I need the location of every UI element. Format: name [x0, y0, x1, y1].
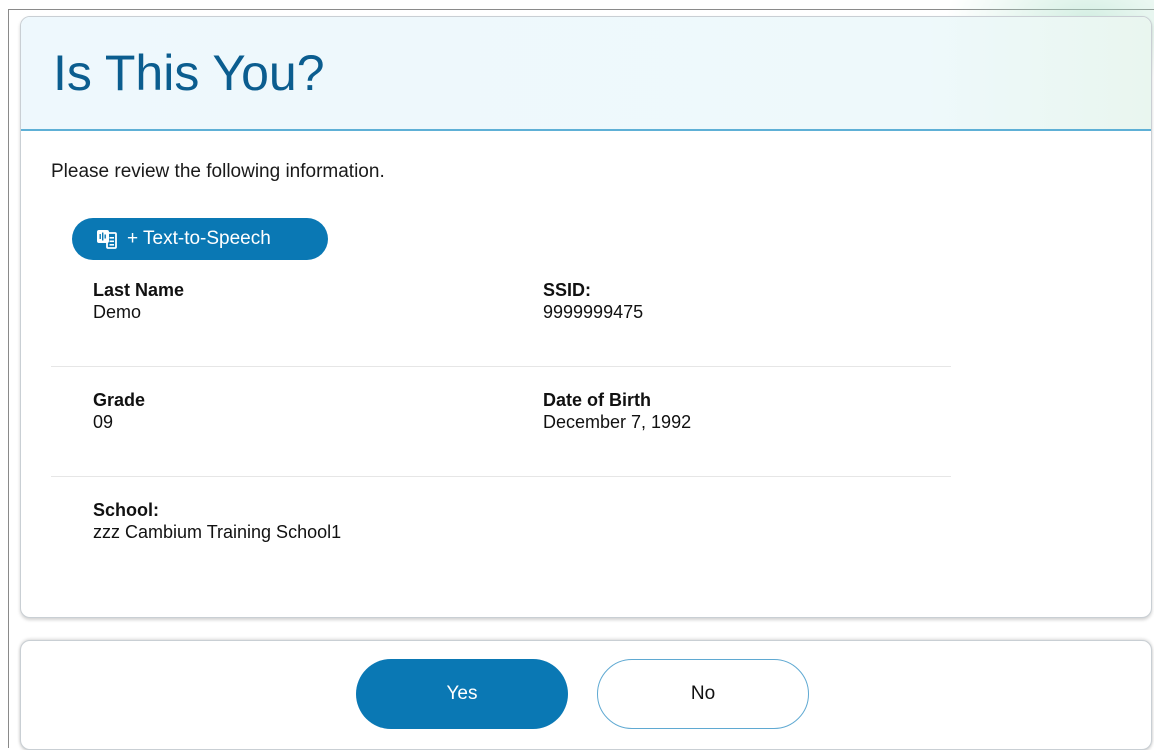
text-to-speech-button[interactable]: + Text-to-Speech [72, 218, 328, 260]
grade-value: 09 [93, 412, 114, 432]
window-edge-top [8, 9, 1154, 10]
identity-card: Is This You? Please review the following… [20, 16, 1152, 618]
ssid-label: SSID: [543, 280, 592, 300]
ssid-value: 9999999475 [543, 302, 644, 322]
last-name-value: Demo [93, 302, 142, 322]
page-title: Is This You? [53, 45, 325, 101]
yes-button[interactable]: Yes [356, 659, 568, 729]
window-edge-left [8, 9, 9, 748]
date-of-birth-label: Date of Birth [543, 390, 651, 410]
info-row-name-ssid: Last Name Demo SSID: 9999999475 [51, 257, 951, 367]
school-value: zzz Cambium Training School1 [93, 522, 342, 542]
text-to-speech-label: + Text-to-Speech [127, 228, 271, 249]
field-last-name: Last Name Demo [93, 279, 184, 323]
card-header: Is This You? [21, 17, 1151, 131]
grade-label: Grade [93, 390, 146, 410]
info-row-school: School: zzz Cambium Training School1 [51, 477, 951, 587]
field-grade: Grade 09 [93, 389, 145, 433]
school-label: School: [93, 500, 159, 520]
intro-text: Please review the following information. [51, 161, 385, 182]
info-row-grade-dob: Grade 09 Date of Birth December 7, 1992 [51, 367, 951, 477]
text-to-speech-icon [96, 229, 118, 249]
no-button[interactable]: No [597, 659, 809, 729]
date-of-birth-value: December 7, 1992 [543, 412, 692, 432]
last-name-label: Last Name [93, 280, 185, 300]
action-bar: Yes No [20, 640, 1152, 750]
field-date-of-birth: Date of Birth December 7, 1992 [543, 389, 691, 433]
field-ssid: SSID: 9999999475 [543, 279, 643, 323]
field-school: School: zzz Cambium Training School1 [93, 499, 341, 543]
